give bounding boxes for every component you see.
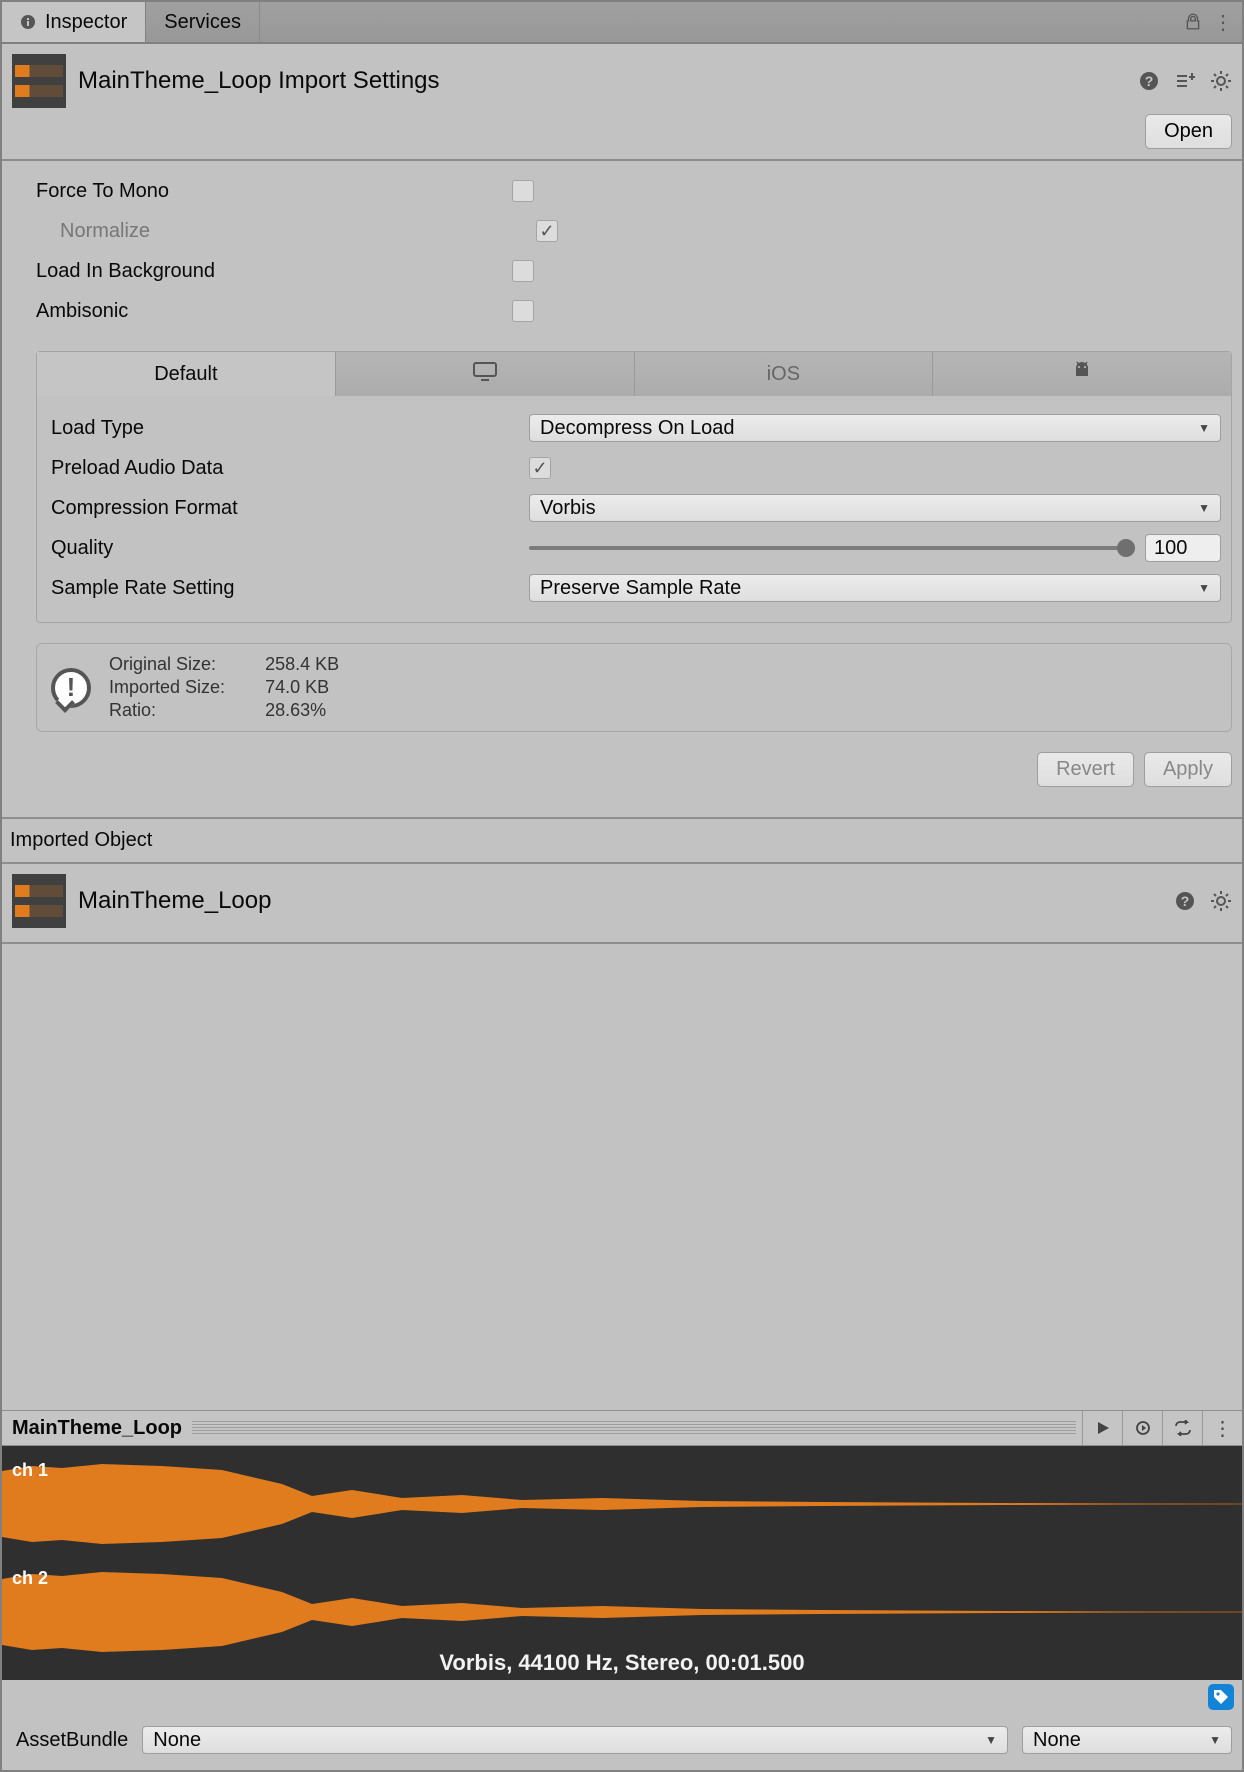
preset-icon[interactable] [1174,70,1196,92]
channel-label: ch 2 [12,1568,48,1589]
imported-object-heading: Imported Object [2,817,1242,864]
info-bang-icon: ! [51,668,91,708]
quality-label: Quality [51,537,519,560]
wave-caption: Vorbis, 44100 Hz, Stereo, 00:01.500 [2,1650,1242,1676]
waveform-preview: ch 1 ch 2 Vorbis, 44100 Hz, Stereo, 00:0… [2,1446,1242,1680]
platform-tab-standalone[interactable] [336,352,635,396]
page-title: MainTheme_Loop Import Settings [78,67,440,95]
autoplay-button[interactable] [1122,1410,1162,1446]
asset-label-icon[interactable] [1208,1684,1234,1710]
platform-tab-android[interactable] [933,352,1231,396]
tab-label: Default [154,363,217,386]
chevron-down-icon: ▼ [1198,421,1210,435]
info-icon [20,13,38,31]
load-in-background-label: Load In Background [36,260,512,283]
play-button[interactable] [1082,1410,1122,1446]
imported-size-label: Imported Size: [109,677,225,698]
samplerate-dropdown[interactable]: Preserve Sample Rate ▼ [529,574,1221,602]
assetbundle-label: AssetBundle [16,1729,128,1752]
asset-bundle-row: AssetBundle None ▼ None ▼ [2,1714,1242,1770]
force-to-mono-checkbox[interactable] [512,180,534,202]
imported-header: MainTheme_Loop ? [2,864,1242,944]
gear-icon[interactable] [1210,70,1232,92]
load-in-background-checkbox[interactable] [512,260,534,282]
apply-button[interactable]: Apply [1144,752,1232,787]
preview-header: MainTheme_Loop ⋮ [2,1410,1242,1446]
ambisonic-label: Ambisonic [36,300,512,323]
context-menu-icon[interactable]: ⋮ [1214,13,1232,31]
dropdown-value: Preserve Sample Rate [540,577,741,600]
preload-label: Preload Audio Data [51,457,519,480]
loop-button[interactable] [1162,1410,1202,1446]
help-icon[interactable]: ? [1174,890,1196,912]
size-info-box: ! Original Size: Imported Size: Ratio: 2… [36,643,1232,732]
platform-panel: Default iOS Load Type Decompress On Load [36,351,1232,623]
chevron-down-icon: ▼ [1198,581,1210,595]
orig-size-value: 258.4 KB [265,654,339,675]
audio-thumb-icon [12,874,66,928]
platform-tab-default[interactable]: Default [37,352,336,396]
help-icon[interactable]: ? [1138,70,1160,92]
force-to-mono-label: Force To Mono [36,180,512,203]
revert-button[interactable]: Revert [1037,752,1134,787]
quality-value: 100 [1154,537,1187,560]
channel-label: ch 1 [12,1460,48,1481]
open-button[interactable]: Open [1145,114,1232,149]
preload-checkbox[interactable] [529,457,551,479]
compression-dropdown[interactable]: Vorbis ▼ [529,494,1221,522]
svg-text:?: ? [1145,73,1154,89]
samplerate-label: Sample Rate Setting [51,577,519,600]
dropdown-value: Decompress On Load [540,417,735,440]
imported-title: MainTheme_Loop [78,887,271,915]
assetbundle-name-dropdown[interactable]: None ▼ [142,1726,1008,1754]
dropdown-value: Vorbis [540,497,596,520]
tab-label: iOS [767,363,800,386]
dropdown-value: None [1033,1729,1081,1752]
monitor-icon [472,360,498,388]
normalize-label: Normalize [60,220,536,243]
preview-name: MainTheme_Loop [2,1417,192,1440]
platform-tab-ios[interactable]: iOS [635,352,934,396]
dropdown-value: None [153,1729,201,1752]
imported-size-value: 74.0 KB [265,677,339,698]
tab-inspector[interactable]: Inspector [2,2,146,42]
asset-header: MainTheme_Loop Import Settings ? [2,44,1242,114]
preview-menu-icon[interactable]: ⋮ [1202,1410,1242,1446]
ratio-value: 28.63% [265,700,339,721]
chevron-down-icon: ▼ [1198,501,1210,515]
load-type-dropdown[interactable]: Decompress On Load ▼ [529,414,1221,442]
import-options: Force To Mono Normalize Load In Backgrou… [2,161,1242,341]
chevron-down-icon: ▼ [1209,1733,1221,1747]
tab-label: Inspector [45,11,127,34]
android-icon [1071,360,1093,388]
assetbundle-variant-dropdown[interactable]: None ▼ [1022,1726,1232,1754]
normalize-checkbox [536,220,558,242]
ambisonic-checkbox[interactable] [512,300,534,322]
compression-label: Compression Format [51,497,519,520]
tab-label: Services [164,11,241,34]
quality-input[interactable]: 100 [1145,534,1221,562]
gear-icon[interactable] [1210,890,1232,912]
tab-services[interactable]: Services [146,2,260,42]
quality-slider[interactable] [529,546,1135,550]
window-tab-bar: Inspector Services ⋮ [2,2,1242,44]
svg-text:?: ? [1181,893,1190,909]
orig-size-label: Original Size: [109,654,225,675]
ratio-label: Ratio: [109,700,225,721]
lock-icon[interactable] [1184,13,1202,31]
load-type-label: Load Type [51,417,519,440]
chevron-down-icon: ▼ [985,1733,997,1747]
audio-thumb-icon [12,54,66,108]
